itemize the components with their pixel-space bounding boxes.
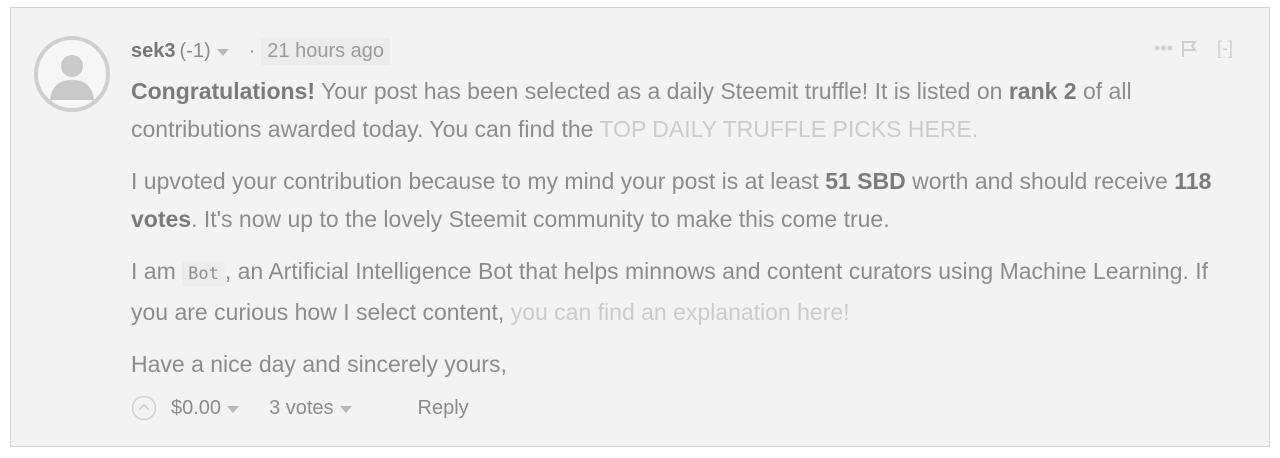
author-reputation: (-1) <box>179 39 211 62</box>
paragraph-truffle: Congratulations! Your post has been sele… <box>131 72 1251 148</box>
explanation-link[interactable]: you can find an explanation here! <box>511 299 850 325</box>
paragraph-bot: I am Bot, an Artificial Intelligence Bot… <box>131 252 1251 331</box>
comment-footer: $0.00 3 votes Reply <box>131 392 469 424</box>
comment-card: sek3 (-1) · 21 hours ago ••• [-] Congrat… <box>10 7 1270 447</box>
paragraph-signoff: Have a nice day and sincerely yours, <box>131 345 1251 383</box>
collapse-button[interactable]: [-] <box>1217 38 1233 59</box>
user-avatar-icon[interactable] <box>34 36 110 112</box>
votes-chevron-down-icon <box>339 405 352 413</box>
votes-dropdown[interactable]: 3 votes <box>269 396 352 420</box>
comment-body: Congratulations! Your post has been sele… <box>131 72 1251 397</box>
p2-text-3: . It's now up to the lovely Steemit comm… <box>191 206 890 232</box>
comment-header: sek3 (-1) · 21 hours ago <box>131 36 391 66</box>
sbd-value: 51 SBD <box>825 168 906 194</box>
payout-dropdown[interactable]: $0.00 <box>171 396 240 420</box>
p1-text-1: Your post has been selected as a daily S… <box>315 78 1009 104</box>
votes-count: 3 votes <box>269 396 334 419</box>
author-name[interactable]: sek3 <box>131 40 176 63</box>
rank-text: rank 2 <box>1008 78 1077 104</box>
p2-text-2: worth and should receive <box>905 168 1175 194</box>
signoff-text: Have a nice day and sincerely yours, <box>131 351 507 377</box>
reply-button[interactable]: Reply <box>418 397 469 420</box>
flag-icon[interactable] <box>1181 40 1197 58</box>
upvote-icon[interactable] <box>131 395 157 421</box>
paragraph-upvote: I upvoted your contribution because to m… <box>131 162 1251 238</box>
comment-timestamp[interactable]: 21 hours ago <box>261 37 391 65</box>
payout-chevron-down-icon <box>227 405 240 413</box>
p3-text-1: I am <box>131 258 183 284</box>
comment-top-actions: ••• [-] <box>1154 38 1233 59</box>
p2-text-1: I upvoted your contribution because to m… <box>131 168 826 194</box>
separator-dot: · <box>248 39 256 62</box>
truffle-picks-link[interactable]: TOP DAILY TRUFFLE PICKS HERE. <box>599 116 978 142</box>
author-menu-chevron-down-icon[interactable] <box>216 48 229 56</box>
more-icon[interactable]: ••• <box>1154 38 1173 59</box>
payout-value: $0.00 <box>171 396 222 419</box>
congrats-text: Congratulations! <box>131 78 315 104</box>
bot-code: Bot <box>182 262 225 286</box>
